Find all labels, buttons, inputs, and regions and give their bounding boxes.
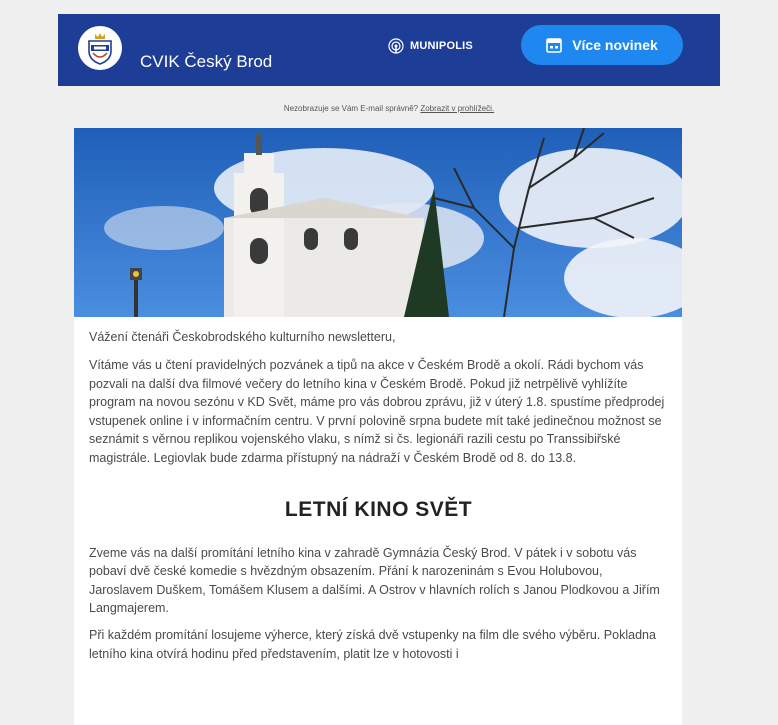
browser-note-text: Nezobrazuje se Vám E-mail správně? [283,104,419,113]
crest-icon [88,33,112,65]
munipolis-logo[interactable]: MUNIPOLIS [388,38,473,54]
newsletter-header: CVIK Český Brod MUNIPOLIS Více novinek [58,14,720,86]
church-hero-image [74,128,682,317]
newsletter-content: Vážení čtenáři Českobrodského kulturního… [74,128,682,725]
browser-view-note: Nezobrazuje se Vám E-mail správně? Zobra… [0,104,778,113]
cinema-paragraph: Zveme vás na další promítání letního kin… [89,545,660,616]
munipolis-label: MUNIPOLIS [410,40,473,52]
broadcast-icon [388,38,404,54]
intro-paragraph: Vítáme vás u čtení pravidelných pozvánek… [89,358,665,465]
calendar-icon [546,38,563,53]
section-title: LETNÍ KINO SVĚT [284,497,473,521]
view-in-browser-link[interactable]: Zobrazit v prohlížeči. [420,104,494,113]
more-news-button[interactable]: Více novinek [521,25,683,65]
town-crest-logo[interactable] [78,26,122,70]
lottery-paragraph: Při každém promítání losujeme výherce, k… [89,627,656,661]
greeting-text: Vážení čtenáři Českobrodského kulturního… [89,330,396,344]
brand-name: CVIK Český Brod [140,52,273,71]
more-news-label: Více novinek [572,37,658,53]
